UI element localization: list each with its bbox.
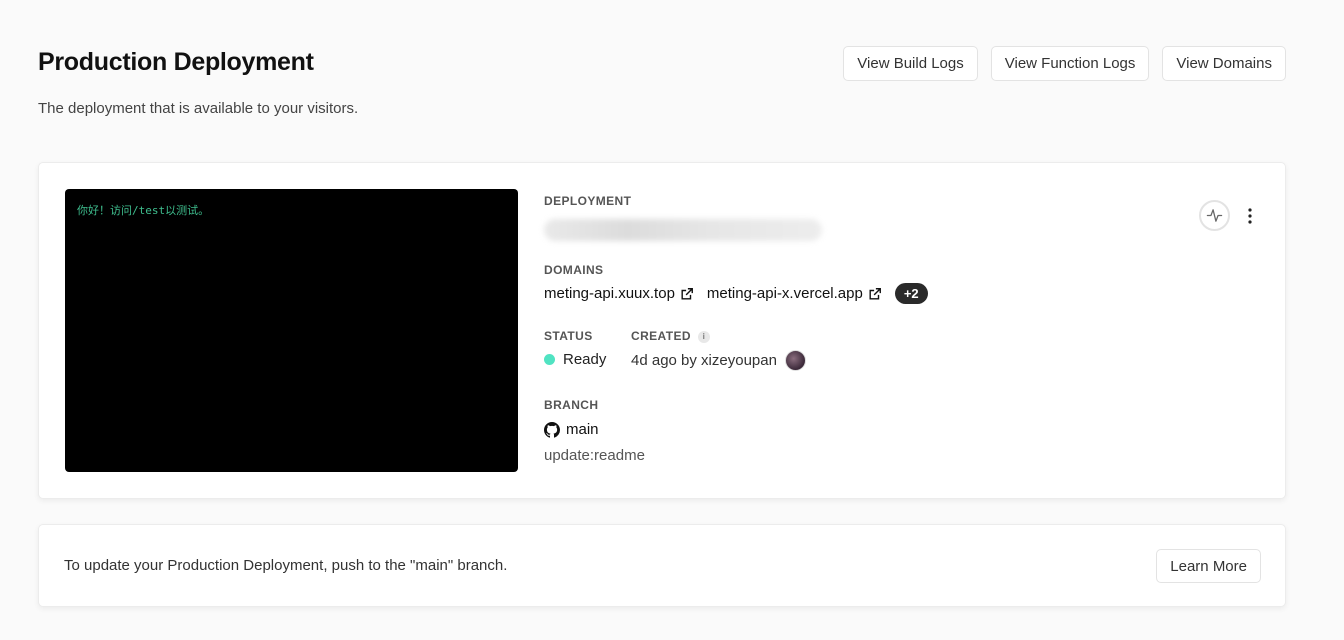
commit-message[interactable]: update:readme	[544, 447, 645, 464]
deployment-preview[interactable]: 你好！访问/test以测试。	[65, 189, 518, 472]
view-domains-button[interactable]: View Domains	[1162, 46, 1286, 81]
preview-text: 你好！访问/test以测试。	[77, 204, 210, 217]
learn-more-button[interactable]: Learn More	[1156, 549, 1261, 583]
branch-name: main	[566, 421, 599, 438]
status-text: Ready	[563, 351, 607, 368]
page-title: Production Deployment	[38, 48, 314, 76]
page-subtitle: The deployment that is available to your…	[38, 100, 359, 117]
status-label: STATUS	[544, 329, 593, 343]
status-dot-icon	[544, 354, 555, 365]
external-link-icon	[681, 287, 693, 300]
more-vertical-icon	[1248, 208, 1252, 224]
external-link-icon	[869, 287, 881, 300]
more-menu-button[interactable]	[1239, 203, 1261, 229]
created-text: 4d ago by xizeyoupan	[631, 352, 777, 369]
domain-link-primary[interactable]: meting-api.xuux.top	[544, 285, 694, 302]
created-value: 4d ago by xizeyoupan	[631, 350, 806, 371]
view-function-logs-button[interactable]: View Function Logs	[990, 46, 1150, 81]
activity-button[interactable]	[1199, 200, 1230, 231]
github-icon	[544, 421, 560, 438]
domain-link-vercel[interactable]: meting-api-x.vercel.app	[707, 285, 882, 302]
branch-label: BRANCH	[544, 398, 599, 412]
created-label-wrap: CREATED i	[631, 329, 710, 343]
domains-label: DOMAINS	[544, 263, 604, 277]
update-info-card: To update your Production Deployment, pu…	[38, 524, 1286, 607]
status-value: Ready	[544, 351, 606, 368]
domain-name: meting-api-x.vercel.app	[706, 285, 863, 302]
view-build-logs-button[interactable]: View Build Logs	[843, 46, 978, 81]
created-label: CREATED	[631, 329, 691, 343]
avatar[interactable]	[784, 350, 806, 371]
production-deployment-page: Production Deployment The deployment tha…	[0, 0, 1344, 640]
header-actions: View Build Logs View Function Logs View …	[843, 46, 1286, 81]
domain-name: meting-api.xuux.top	[544, 285, 675, 302]
deployment-label: DEPLOYMENT	[544, 194, 632, 208]
activity-icon	[1206, 209, 1223, 222]
domains-list: meting-api.xuux.top meting-api-x.vercel.…	[544, 283, 928, 304]
deployment-card: 你好！访问/test以测试。 DEPLOYMENT DOMAINS meting…	[38, 162, 1286, 499]
more-domains-badge[interactable]: +2	[894, 283, 928, 304]
info-icon[interactable]: i	[697, 330, 710, 343]
deployment-url-redacted[interactable]	[544, 219, 822, 241]
branch-link[interactable]: main	[544, 421, 599, 438]
update-info-text: To update your Production Deployment, pu…	[64, 557, 508, 574]
